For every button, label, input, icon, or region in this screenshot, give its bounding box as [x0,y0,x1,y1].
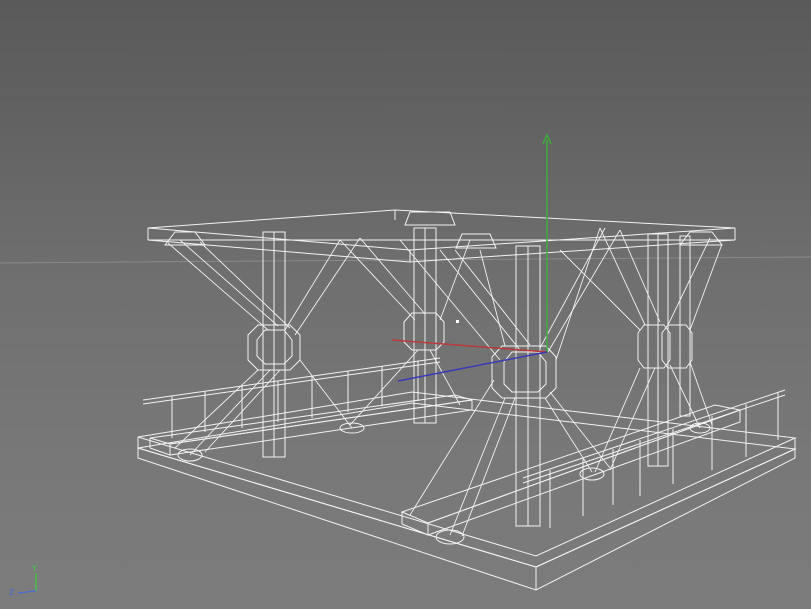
top-beam [147,209,736,263]
bridge-crane-wireframe [137,209,797,591]
hub-nodes [247,312,693,399]
view-axis-indicator: Y Z [6,564,46,597]
x-bracing [167,227,723,537]
axis-y-label: Y [32,564,37,573]
axis-z-label: Z [9,588,15,597]
viewport-center-dot [456,320,459,323]
columns [262,227,691,527]
base-slab [137,391,797,591]
wireframe-scene [0,133,811,591]
3d-viewport[interactable]: Y Z [0,0,811,609]
right-railing [522,389,786,528]
right-rail [400,404,742,545]
gizmo-z-axis[interactable] [397,351,548,382]
